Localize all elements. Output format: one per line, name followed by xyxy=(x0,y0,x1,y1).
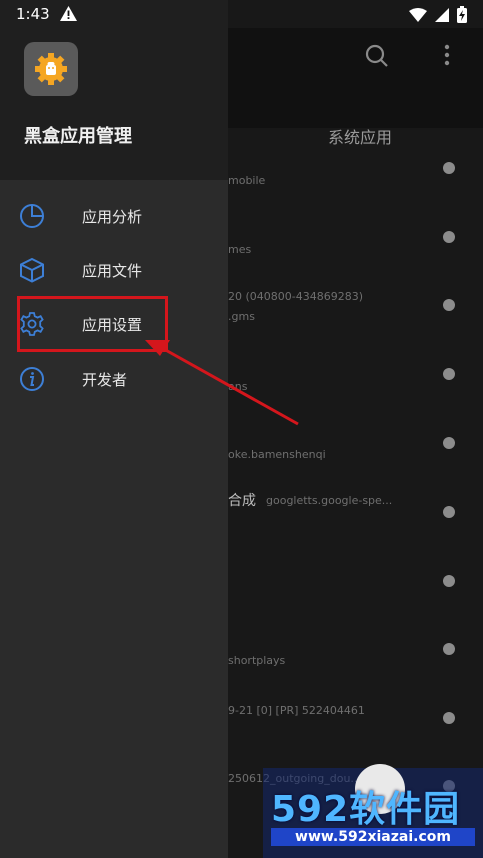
more-vert-icon[interactable] xyxy=(440,43,454,73)
app-logo-icon xyxy=(24,42,78,96)
pie-chart-icon xyxy=(19,203,45,229)
app-row-toggle[interactable] xyxy=(443,299,455,311)
app-row-toggle[interactable] xyxy=(443,506,455,518)
app-row-package: mes xyxy=(228,243,252,256)
warning-icon xyxy=(60,6,77,25)
app-row-package: oke.bamenshenqi xyxy=(228,448,326,461)
app-row-package: .gms xyxy=(228,310,255,323)
site-watermark: 592软件园 www.592xiazai.com xyxy=(263,764,483,858)
status-bar: 1:43 xyxy=(0,0,483,28)
app-row-toggle[interactable] xyxy=(443,368,455,380)
watermark-title: 592软件园 xyxy=(271,789,461,830)
watermark-url: www.592xiazai.com xyxy=(271,828,475,846)
search-icon[interactable] xyxy=(364,43,390,73)
package-cube-icon xyxy=(19,257,45,283)
highlight-annotation-box xyxy=(17,296,168,352)
app-row-package: 20 (040800-434869283) xyxy=(228,290,364,303)
drawer-item-label: 应用分析 xyxy=(82,208,143,226)
app-row-toggle[interactable] xyxy=(443,231,455,243)
battery-charging-icon xyxy=(457,6,467,27)
status-time: 1:43 xyxy=(16,5,50,23)
drawer-item-app-analysis[interactable]: 应用分析 xyxy=(0,190,228,242)
drawer-item-developer[interactable]: 开发者 xyxy=(0,353,228,405)
app-row-package: mobile xyxy=(228,174,266,187)
app-row-package: ans xyxy=(228,380,248,393)
app-row-title: 合成 xyxy=(228,493,256,509)
app-row-toggle[interactable] xyxy=(443,162,455,174)
wifi-icon xyxy=(409,7,427,26)
app-row-toggle[interactable] xyxy=(443,575,455,587)
app-name: 黑盒应用管理 xyxy=(24,126,132,147)
drawer-item-app-files[interactable]: 应用文件 xyxy=(0,244,228,296)
app-row-package: 9-21 [0] [PR] 522404461 xyxy=(228,704,365,717)
app-row-package: googletts.google-spe... xyxy=(266,494,393,507)
drawer-item-label: 开发者 xyxy=(82,371,128,389)
app-row-toggle[interactable] xyxy=(443,712,455,724)
signal-icon xyxy=(435,7,449,26)
app-row-toggle[interactable] xyxy=(443,643,455,655)
info-icon xyxy=(19,366,45,392)
app-row-package: shortplays xyxy=(228,654,286,667)
navigation-drawer: 黑盒应用管理 应用分析 应用文件 应用设置 开发者 xyxy=(0,0,228,858)
tab-system-apps[interactable]: 系统应用 xyxy=(328,124,392,148)
app-row-toggle[interactable] xyxy=(443,437,455,449)
drawer-item-label: 应用文件 xyxy=(82,262,143,280)
